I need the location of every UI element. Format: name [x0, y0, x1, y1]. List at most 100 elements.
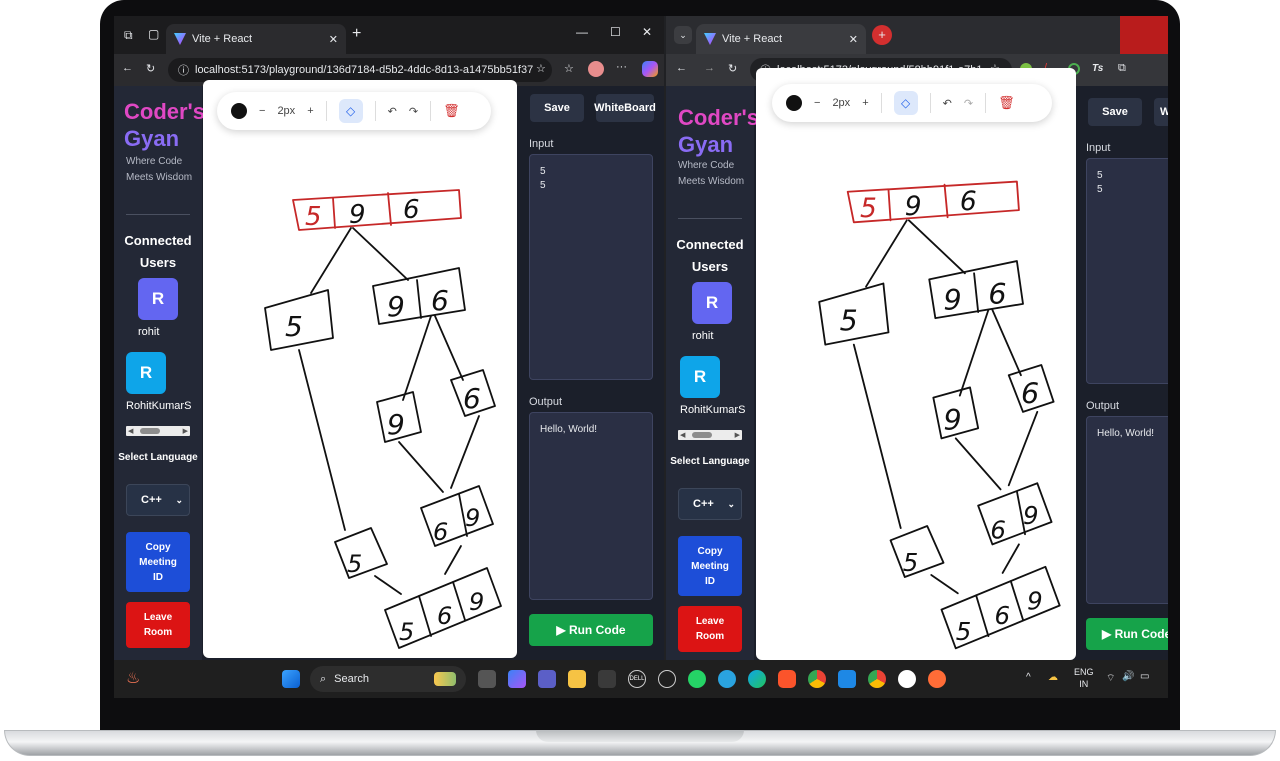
- back-icon[interactable]: ←: [676, 62, 687, 74]
- telegram-icon[interactable]: [718, 670, 736, 688]
- url-field[interactable]: ⓘ localhost:5173/playground/136d7184-d5b…: [168, 58, 552, 82]
- drawing-canvas[interactable]: 5 9 6 5 9 6 9 6 6 9 5 5 6 9: [203, 80, 517, 658]
- task-view-icon[interactable]: [478, 670, 496, 688]
- chevron-down-icon: ⌄: [727, 498, 735, 509]
- digit: 9: [1027, 587, 1043, 616]
- whatsapp-icon[interactable]: [688, 670, 706, 688]
- more-menu-icon[interactable]: ···: [616, 61, 627, 73]
- tagline: Where Code Meets Wisdom: [126, 156, 193, 183]
- vscode-icon[interactable]: [838, 670, 856, 688]
- save-button[interactable]: Save: [530, 94, 584, 122]
- app-icon[interactable]: [898, 670, 916, 688]
- app-logo: Coder's Gyan: [124, 98, 205, 152]
- whiteboard[interactable]: − 2px + ◇ ↶ ↷ 🗑 5 9 6 5 9 6 9 6 6 9 5 5 …: [756, 68, 1076, 660]
- sidebar: Coder's Gyan Where Code Meets Wisdom Con…: [666, 86, 759, 660]
- whiteboard-button[interactable]: WhiteBoard: [594, 94, 656, 122]
- close-tab-icon[interactable]: ✕: [329, 33, 338, 46]
- teams-icon[interactable]: [538, 670, 556, 688]
- wifi-icon[interactable]: ⌔: [1106, 672, 1115, 685]
- back-icon[interactable]: ←: [122, 62, 133, 74]
- language-select[interactable]: C++ ⌄: [678, 488, 742, 520]
- edge-icon[interactable]: [748, 670, 766, 688]
- tagline: Where Code Meets Wisdom: [678, 160, 745, 187]
- leave-room-button[interactable]: Leave Room: [126, 602, 190, 648]
- tab-search-icon[interactable]: ⌄: [674, 26, 692, 44]
- digit: 9: [465, 504, 480, 532]
- users-scrollbar[interactable]: ◀ ▶: [126, 426, 190, 436]
- drawing-canvas[interactable]: 5 9 6 5 9 6 9 6 6 9 5 5 6 9: [756, 68, 1076, 660]
- right-browser-window: ⌄ Vite + React ✕ + ← → ↻ ⓘ localhost:517…: [666, 16, 1168, 660]
- run-code-button[interactable]: ▶ Run Code: [1086, 618, 1168, 650]
- copilot-taskbar-icon[interactable]: [508, 670, 526, 688]
- chrome-canary-icon[interactable]: [868, 670, 886, 688]
- language-code: ENG: [1074, 667, 1094, 677]
- digit: 5: [840, 304, 858, 337]
- digit: 5: [347, 550, 362, 578]
- dell-icon[interactable]: DELL: [628, 670, 646, 688]
- logo-line1: Coder's: [678, 105, 760, 130]
- left-app: Coder's Gyan Where Code Meets Wisdom Con…: [114, 80, 664, 660]
- connected-users-label: Connected Users: [676, 237, 744, 274]
- close-window-icon[interactable]: ✕: [642, 25, 652, 39]
- favorite-star-icon[interactable]: ☆: [536, 62, 546, 75]
- language-select[interactable]: C++ ⌄: [126, 484, 190, 516]
- avatar-initial: R: [693, 367, 707, 386]
- workspaces-icon[interactable]: ⧉: [124, 28, 133, 43]
- forward-icon[interactable]: →: [704, 62, 715, 74]
- tray-icon[interactable]: ☁: [1048, 672, 1058, 683]
- digit: 6: [1021, 378, 1039, 411]
- brave-icon[interactable]: [778, 670, 796, 688]
- store-icon[interactable]: [598, 670, 616, 688]
- user-name: rohit: [138, 326, 160, 338]
- right-active-tab[interactable]: Vite + React ✕: [696, 24, 866, 54]
- file-explorer-icon[interactable]: [568, 670, 586, 688]
- battery-icon[interactable]: ▭: [1140, 671, 1149, 682]
- input-textarea[interactable]: 5 5: [529, 154, 653, 380]
- reload-icon[interactable]: ↻: [146, 62, 155, 75]
- input-textarea[interactable]: 5 5: [1086, 158, 1168, 384]
- tab-title: Vite + React: [192, 33, 253, 45]
- digit: 5: [399, 618, 414, 646]
- whiteboard-button[interactable]: WhiteBoard: [1154, 98, 1168, 126]
- reload-icon[interactable]: ↻: [728, 62, 737, 75]
- taskbar-search[interactable]: ⌕ Search: [310, 666, 466, 692]
- chrome-icon[interactable]: [808, 670, 826, 688]
- users-scrollbar[interactable]: ◀ ▶: [678, 430, 742, 440]
- minimize-icon[interactable]: —: [576, 25, 588, 39]
- language-indicator[interactable]: ENG IN: [1074, 666, 1094, 690]
- leave-room-button[interactable]: Leave Room: [678, 606, 742, 652]
- weather-icon[interactable]: ♨: [126, 668, 140, 688]
- output-label: Output: [1086, 400, 1120, 412]
- user-name: rohit: [692, 330, 714, 342]
- copilot-icon[interactable]: [642, 61, 658, 77]
- digit: 9: [349, 200, 366, 230]
- run-code-button[interactable]: ▶ Run Code: [529, 614, 653, 646]
- digit: 6: [433, 518, 448, 546]
- run-code-label: ▶ Run Code: [1102, 627, 1168, 641]
- new-tab-icon[interactable]: +: [352, 25, 361, 43]
- volume-icon[interactable]: 🔊: [1122, 671, 1134, 682]
- chatgpt-icon[interactable]: [658, 670, 676, 688]
- connected-users-label: Connected Users: [124, 233, 192, 270]
- tab-actions-icon[interactable]: ▢: [148, 27, 159, 41]
- window-controls[interactable]: [1120, 16, 1168, 54]
- copy-meeting-id-button[interactable]: Copy Meeting ID: [678, 536, 742, 596]
- left-active-tab[interactable]: Vite + React ✕: [166, 24, 346, 54]
- windows-start-icon[interactable]: [282, 670, 300, 688]
- new-tab-icon[interactable]: +: [872, 25, 892, 45]
- favorites-icon[interactable]: ☆: [564, 62, 574, 75]
- tray-chevron-icon[interactable]: ^: [1026, 672, 1031, 683]
- close-tab-icon[interactable]: ✕: [849, 33, 858, 46]
- extensions-puzzle-icon[interactable]: ⧉: [1118, 62, 1126, 75]
- laptop-notch: [536, 730, 744, 742]
- whiteboard[interactable]: − 2px + ◇ ↶ ↷ 🗑 5 9 6 5 9 6 9 6 6 9 5 5 …: [203, 80, 517, 658]
- postman-icon[interactable]: [928, 670, 946, 688]
- profile-avatar[interactable]: [588, 61, 604, 77]
- save-button[interactable]: Save: [1088, 98, 1142, 126]
- typescript-icon[interactable]: Ts: [1092, 63, 1103, 74]
- copy-meeting-id-button[interactable]: Copy Meeting ID: [126, 532, 190, 592]
- avatar-initial: R: [151, 289, 165, 308]
- right-app: Coder's Gyan Where Code Meets Wisdom Con…: [666, 68, 1168, 660]
- maximize-icon[interactable]: ☐: [610, 25, 621, 39]
- digit: 9: [905, 191, 922, 222]
